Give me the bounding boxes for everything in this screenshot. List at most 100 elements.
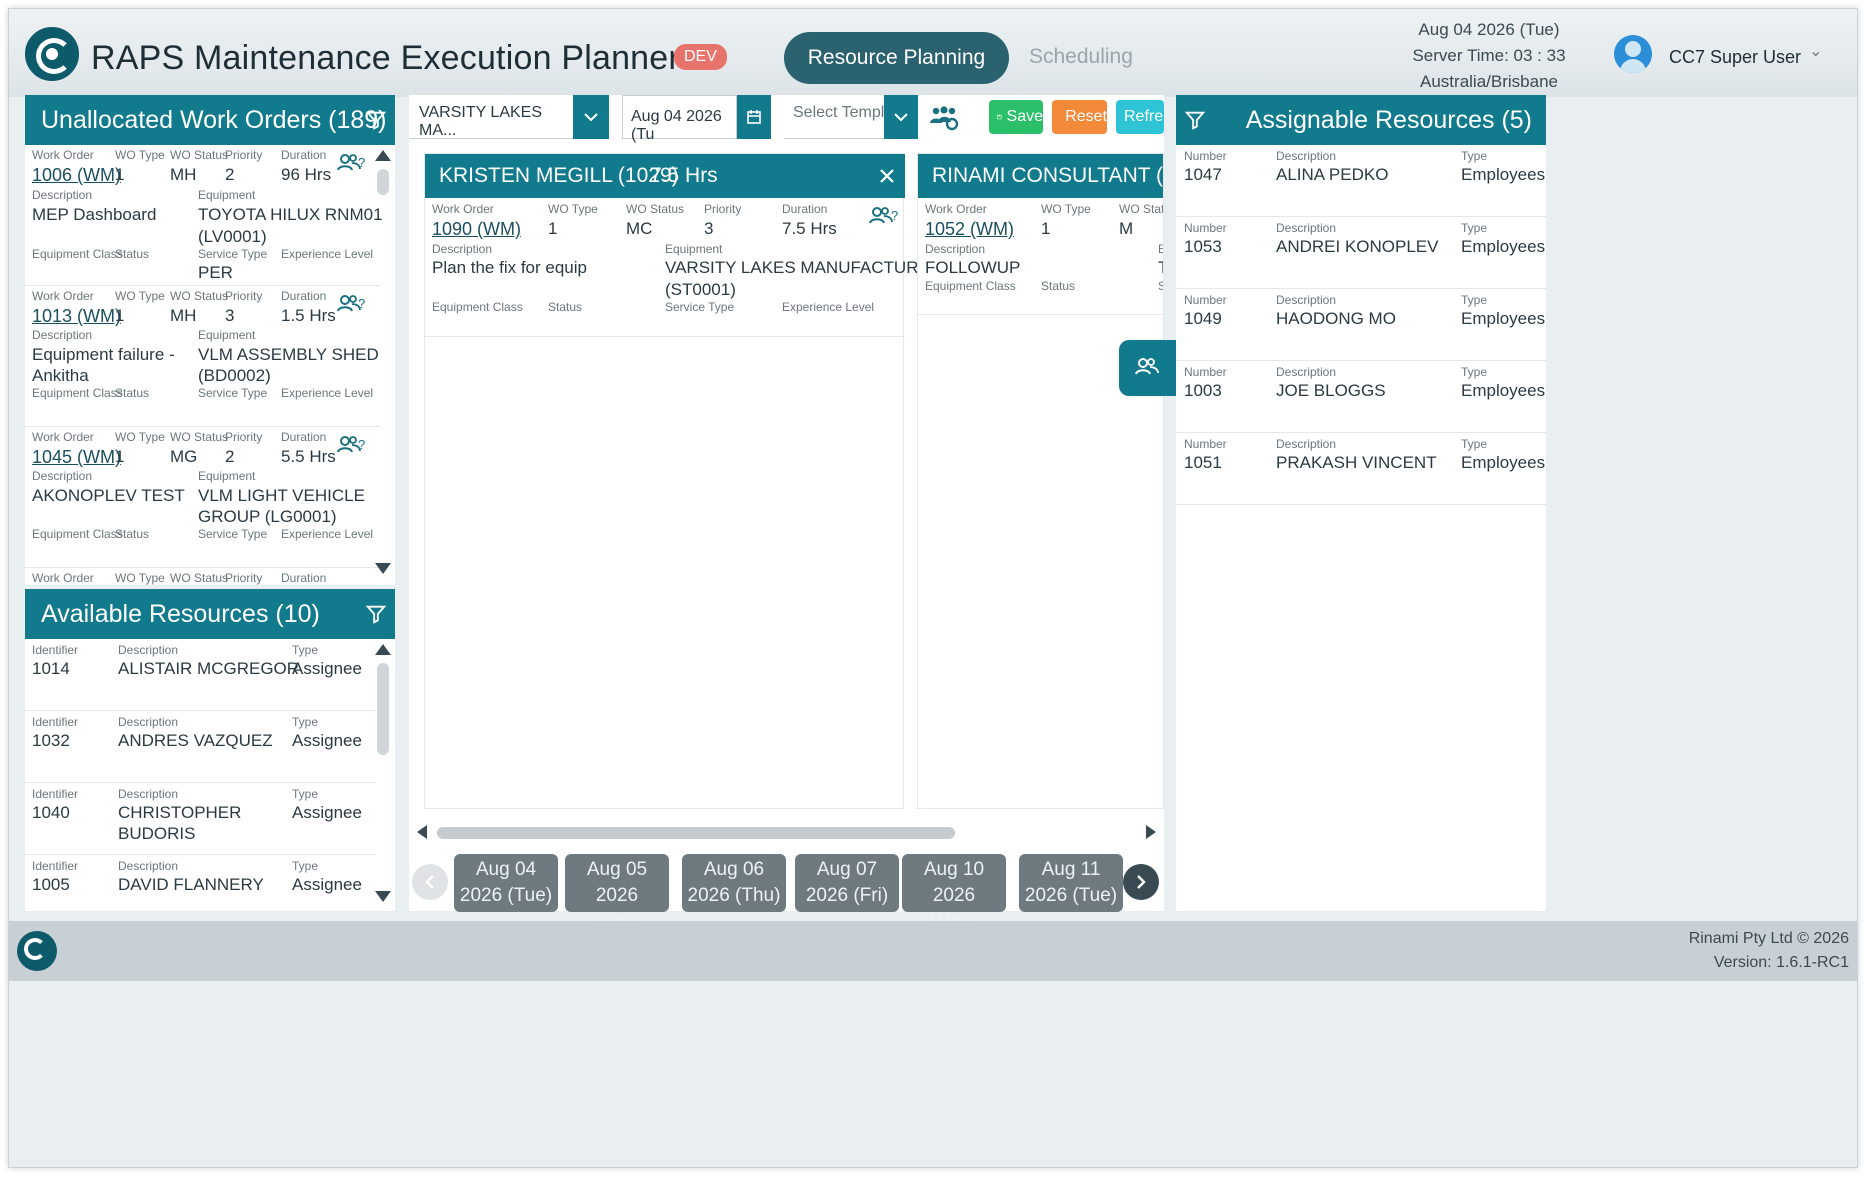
label-wo-status: WO Statu — [1119, 202, 1163, 216]
day-label-2: 2026 (Thu) — [687, 885, 781, 906]
filter-icon[interactable] — [365, 603, 387, 625]
day-button[interactable]: Aug 11 2026 (Tue) — [1019, 854, 1123, 912]
label-duration: Duration — [281, 148, 327, 162]
type-value: Employees — [1461, 237, 1546, 256]
work-order-link[interactable]: 1052 (WM) — [925, 219, 1014, 240]
available-resources-panel: Available Resources (10) Identifier Desc… — [25, 589, 395, 911]
resource-row[interactable]: Identifier Description Type 1014 ALISTAI… — [25, 639, 375, 710]
assignable-row[interactable]: Number Description Type 1053 ANDREI KONO… — [1176, 217, 1546, 288]
filter-icon[interactable] — [1184, 109, 1206, 131]
wo-type-value: 1 — [115, 165, 125, 184]
label-work-order: Work Order — [32, 148, 94, 162]
work-order-link[interactable]: 1006 (WM) — [32, 165, 121, 186]
assignable-resources-panel: Assignable Resources (5) Number Descript… — [1176, 95, 1546, 911]
equipment-value: VARSITY LAKES MANUFACTURING — [665, 258, 949, 277]
day-button[interactable]: Aug 06 2026 (Thu) — [682, 854, 786, 912]
day-button[interactable]: Aug 04 2026 (Tue) — [454, 854, 558, 912]
description-value: Plan the fix for equip — [432, 258, 587, 277]
work-order-card[interactable]: Work Order WO Type WO Status Priority Du… — [25, 568, 380, 585]
scroll-up-arrow-icon[interactable] — [375, 644, 391, 655]
label-priority: Priority — [704, 202, 742, 216]
assigned-work-order[interactable]: Work Order WO Type WO Status Priority Du… — [425, 198, 949, 338]
scrollbar-thumb[interactable] — [377, 663, 389, 755]
wo-status-value: MH — [170, 306, 197, 325]
date-input[interactable]: Aug 04 2026 (Tu — [622, 95, 737, 143]
scroll-left-arrow-icon[interactable] — [417, 825, 427, 839]
label-equipment-class: Equipment Class — [32, 527, 123, 541]
type-value: Employees — [1461, 381, 1546, 400]
day-label-1: Aug 11 — [1041, 859, 1101, 880]
label-equipment: Equipment — [198, 469, 256, 483]
user-name[interactable]: CC7 Super User — [1669, 47, 1801, 68]
day-button[interactable]: Aug 10 2026(Mon) — [902, 854, 1006, 932]
close-icon[interactable] — [879, 168, 895, 184]
assignable-row[interactable]: Number Description Type 1051 PRAKASH VIN… — [1176, 433, 1546, 504]
work-order-card[interactable]: Work Order WO Type WO Status Priority Du… — [25, 286, 380, 426]
identifier-value: 1040 — [32, 803, 70, 822]
work-order-link[interactable]: 1090 (WM) — [432, 219, 521, 240]
label-identifier: Identifier — [32, 643, 79, 657]
number-value: 1051 — [1184, 453, 1222, 472]
scroll-down-arrow-icon[interactable] — [375, 891, 391, 902]
assign-resources-tab[interactable] — [1119, 340, 1177, 396]
team-settings-icon[interactable] — [929, 105, 959, 131]
label-type: Type — [292, 787, 319, 801]
resource-row[interactable]: Identifier Description Type 1005 DAVID F… — [25, 855, 375, 911]
assigned-work-order[interactable]: Work Order WO Type WO Statu 1052 (WM) 1 … — [918, 198, 1163, 318]
divider — [425, 336, 905, 337]
horizontal-scrollbar-thumb[interactable] — [437, 827, 955, 839]
filter-icon[interactable] — [365, 109, 387, 131]
assignable-row[interactable]: Number Description Type 1049 HAODONG MO … — [1176, 289, 1546, 360]
footer-info: Rinami Pty Ltd © 2026 Version: 1.6.1-RC1 — [1689, 927, 1849, 975]
label-wo-status: WO Status — [170, 430, 229, 444]
nav-scheduling[interactable]: Scheduling — [1029, 45, 1133, 69]
description-value: FOLLOWUP — [925, 258, 1021, 277]
resource-row[interactable]: Identifier Description Type 1032 ANDRES … — [25, 711, 375, 782]
template-dropdown-button[interactable] — [884, 95, 918, 139]
template-select[interactable]: Select Templat — [784, 95, 884, 139]
card-title: KRISTEN MEGILL (1029) — [439, 164, 679, 187]
label-priority: Priority — [225, 289, 263, 303]
label-description: Description — [432, 242, 493, 256]
reset-button[interactable]: Reset — [1052, 100, 1107, 134]
resource-row[interactable]: Identifier Description Type 1040 CHRISTO… — [25, 783, 375, 854]
rinami-logo-icon — [25, 27, 79, 81]
description-value: ANDRES VAZQUEZ — [118, 731, 273, 750]
next-days-button[interactable] — [1123, 864, 1159, 900]
work-order-link[interactable]: 1045 (WM) — [32, 447, 121, 468]
day-button[interactable]: Aug 05 2026(Wed) — [565, 854, 669, 932]
description-value: DAVID FLANNERY — [118, 875, 264, 894]
work-order-card[interactable]: Work Order WO Type WO Status Priority Du… — [25, 427, 380, 567]
nav-resource-planning[interactable]: Resource Planning — [784, 32, 1009, 84]
app-window: RAPS Maintenance Execution Planner DEV R… — [8, 8, 1858, 1168]
label-description: Description — [118, 787, 179, 801]
label-status: Status — [115, 386, 150, 400]
server-info: Aug 04 2026 (Tue) Server Time: 03 : 33 A… — [1404, 17, 1574, 95]
label-description: Description — [118, 859, 179, 873]
current-date: Aug 04 2026 (Tue) — [1418, 20, 1560, 39]
app-title: RAPS Maintenance Execution Planner — [91, 39, 680, 77]
label-number: Number — [1184, 221, 1227, 235]
scroll-right-arrow-icon[interactable] — [1146, 825, 1156, 839]
type-value: Assignee — [292, 803, 362, 822]
user-avatar-icon[interactable] — [1614, 35, 1652, 73]
label-experience-level: Experience Level — [281, 527, 374, 541]
calendar-button[interactable] — [737, 95, 771, 139]
day-button[interactable]: Aug 07 2026 (Fri) — [795, 854, 899, 912]
assignable-row[interactable]: Number Description Type 1003 JOE BLOGGS … — [1176, 361, 1546, 432]
assignable-row[interactable]: Number Description Type 1047 ALINA PEDKO… — [1176, 145, 1546, 216]
prev-days-button[interactable] — [412, 864, 448, 900]
site-dropdown-button[interactable] — [573, 95, 609, 139]
work-order-link[interactable]: 1013 (WM) — [32, 306, 121, 327]
chevron-down-icon[interactable]: ⌄ — [1809, 41, 1822, 61]
scrollbar-thumb[interactable] — [377, 169, 389, 195]
scroll-down-arrow-icon[interactable] — [375, 563, 391, 574]
type-value: Employees — [1461, 165, 1546, 184]
refresh-button[interactable]: Refre — [1116, 100, 1164, 134]
scroll-up-arrow-icon[interactable] — [375, 150, 391, 161]
work-order-card[interactable]: Work Order WO Type WO Status Priority Du… — [25, 145, 383, 285]
site-select[interactable]: VARSITY LAKES MA... — [409, 95, 573, 139]
label-description: Description — [118, 715, 179, 729]
save-button[interactable]: Save — [989, 100, 1043, 134]
description-value: ALISTAIR MCGREGOR — [118, 659, 300, 678]
